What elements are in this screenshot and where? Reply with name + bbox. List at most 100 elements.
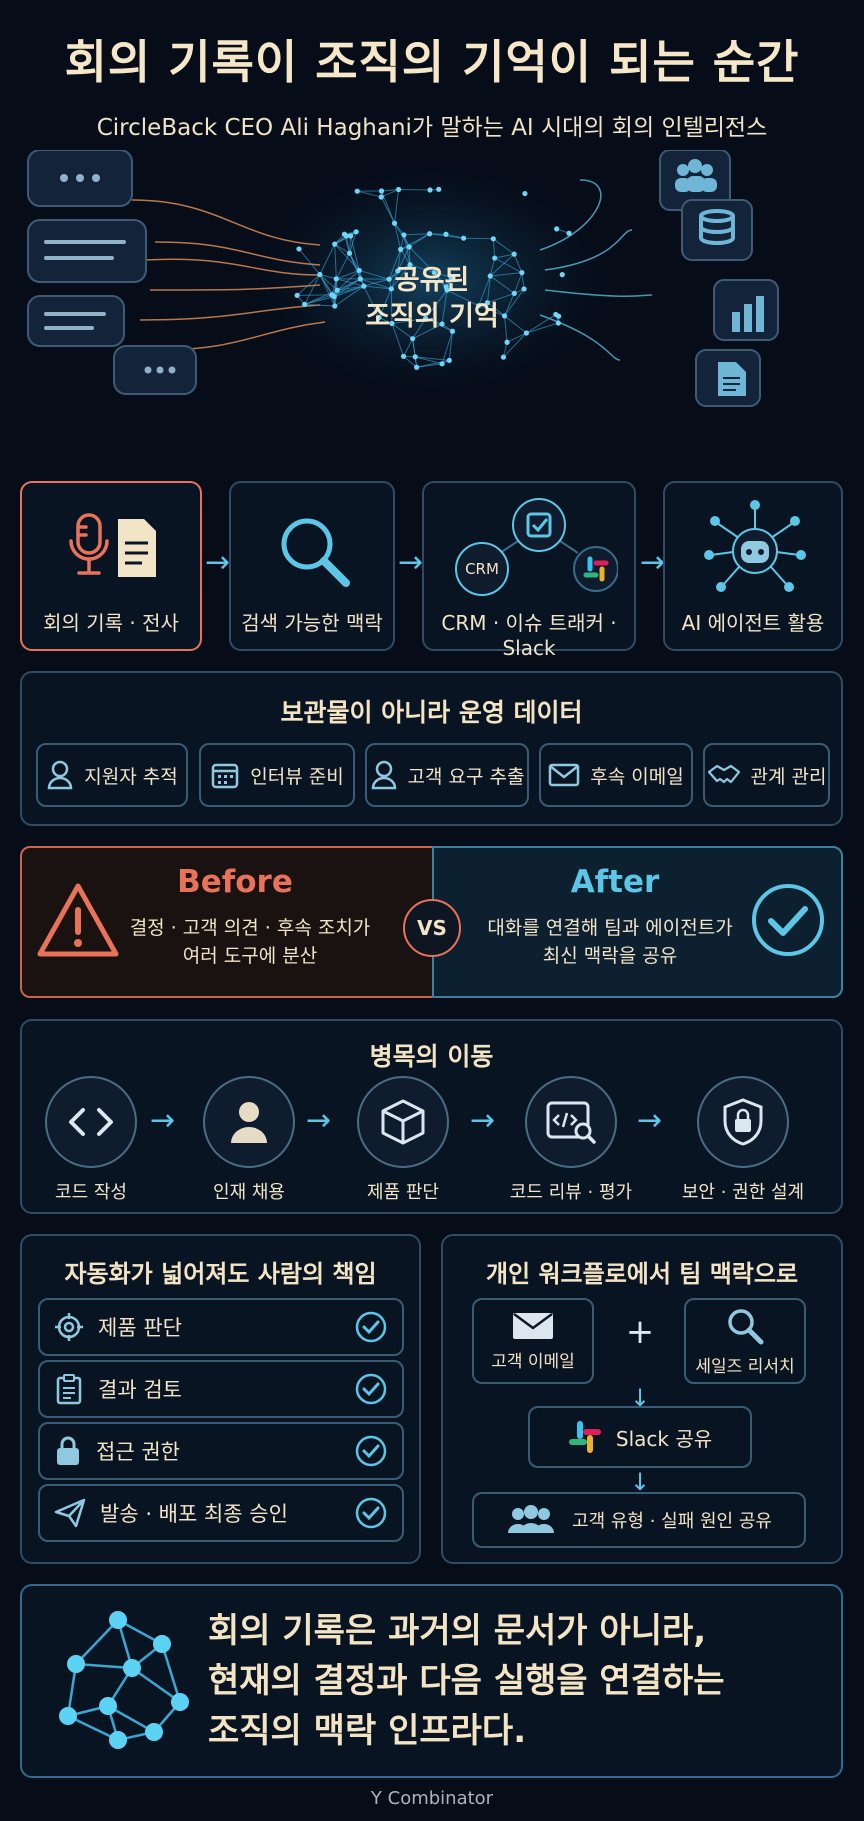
conclusion-line-2: 현재의 결정과 다음 실행을 연결하는 (208, 1661, 725, 1701)
workflow-email-box: 고객 이메일 (472, 1298, 594, 1384)
mail-icon (549, 763, 580, 787)
integration-icon (455, 498, 618, 596)
person-icon (231, 1102, 267, 1143)
flow-arrow: → (398, 545, 424, 580)
conclusion-line-1: 회의 기록은 과거의 문서가 아니라, (208, 1611, 707, 1651)
bottleneck-label: 제품 판단 (367, 1182, 439, 1203)
flow-step-record: 회의 기록 · 전사 (20, 481, 202, 651)
person-icon (48, 760, 73, 790)
responsibility-label: 발송 · 배포 최종 승인 (100, 1502, 288, 1526)
before-title: Before (177, 864, 293, 900)
flow-step-label: AI 에이전트 활용 (681, 611, 825, 635)
before-text: 결정 · 고객 의견 · 후속 조치가 여러 도구에 분산 (125, 914, 375, 970)
flow-arrow: → (640, 545, 666, 580)
conclusion-text: 회의 기록은 과거의 문서가 아니라, 현재의 결정과 다음 실행을 연결하는 … (208, 1606, 828, 1756)
responsibility-item: 제품 판단 (38, 1298, 404, 1356)
check-circle-icon (355, 1311, 387, 1343)
bottleneck-step-product (357, 1076, 449, 1168)
bottleneck-arrow: → (470, 1103, 496, 1138)
cube-icon (381, 1099, 425, 1145)
code-icon (69, 1108, 113, 1136)
workflow-research-label: 세일즈 리서치 (695, 1356, 795, 1377)
check-circle-icon (752, 884, 824, 956)
ops-item-label: 관계 관리 (750, 765, 827, 788)
target-icon (55, 1313, 83, 1341)
ops-item-label: 고객 요구 추출 (407, 765, 525, 788)
conclusion-line-3: 조직의 맥락 인프라다. (208, 1711, 527, 1751)
bottleneck-arrow: → (150, 1103, 176, 1138)
bottleneck-step-security (697, 1076, 789, 1168)
person-icon (371, 760, 396, 790)
search-icon (281, 518, 350, 587)
bottleneck-step-review (525, 1076, 617, 1168)
crm-badge-text: CRM (465, 560, 499, 578)
responsibility-item: 발송 · 배포 최종 승인 (38, 1484, 404, 1542)
flow-step-integrations: CRM CRM · 이슈 트래커 · Slack (422, 481, 636, 660)
bottleneck-arrow: → (637, 1103, 663, 1138)
hero-line-1: 공유된 (394, 265, 470, 296)
robot-network-icon (704, 500, 806, 592)
bottleneck-label: 보안 · 권한 설계 (681, 1182, 805, 1203)
responsibility-title: 자동화가 넓어져도 사람의 책임 (64, 1260, 377, 1288)
after-line-2: 최신 맥락을 공유 (542, 945, 678, 967)
flow-step-search: 검색 가능한 맥락 (229, 481, 395, 651)
bottleneck-label: 코드 리뷰 · 평가 (509, 1182, 633, 1203)
lock-icon (57, 1436, 79, 1465)
ops-item-customer-needs: 고객 요구 추출 (365, 743, 529, 807)
hero-line-2: 조직의 기억 (365, 301, 499, 332)
check-circle-icon (355, 1435, 387, 1467)
responsibility-item: 결과 검토 (38, 1360, 404, 1418)
hero-center-text: 공유된 조직의 기억 (332, 263, 532, 335)
ops-item-relationship: 관계 관리 (703, 743, 830, 807)
responsibility-label: 제품 판단 (98, 1316, 182, 1340)
flow-step-label: CRM · 이슈 트래커 · Slack (441, 611, 617, 660)
before-line-1: 결정 · 고객 의견 · 후속 조치가 (129, 917, 371, 939)
ops-title: 보관물이 아니라 운영 데이터 (280, 698, 583, 727)
ops-item-label: 인터뷰 준비 (250, 765, 344, 788)
workflow-slack-box: Slack 공유 (528, 1406, 752, 1468)
page-title: 회의 기록이 조직의 기억이 되는 순간 (64, 35, 800, 89)
responsibility-label: 결과 검토 (98, 1378, 182, 1402)
mail-icon (513, 1312, 553, 1339)
send-icon (54, 1498, 86, 1528)
ops-item-label: 지원자 추적 (84, 765, 178, 788)
workflow-plus: + (625, 1312, 655, 1352)
workflow-email-label: 고객 이메일 (491, 1351, 575, 1372)
clipboard-icon (56, 1374, 82, 1405)
flow-step-label: 회의 기록 · 전사 (43, 611, 179, 635)
responsibility-item: 접근 권한 (38, 1422, 404, 1480)
after-line-1: 대화를 연결해 팀과 에이전트가 (487, 917, 733, 939)
workflow-slack-label: Slack 공유 (615, 1426, 713, 1451)
search-icon (728, 1308, 764, 1344)
after-text: 대화를 연결해 팀과 에이전트가 최신 맥락을 공유 (470, 914, 750, 970)
handshake-icon (707, 764, 740, 784)
source-credit: Y Combinator (370, 1788, 494, 1809)
check-circle-icon (355, 1373, 387, 1405)
calendar-icon (212, 763, 239, 789)
warning-icon (37, 883, 119, 957)
workflow-team-box: 고객 유형 · 실패 원인 공유 (472, 1492, 806, 1548)
network-graph-icon (59, 1611, 189, 1749)
code-review-icon (546, 1101, 596, 1144)
responsibility-label: 접근 권한 (96, 1440, 180, 1464)
slack-icon (568, 1421, 601, 1453)
workflow-research-box: 세일즈 리서치 (684, 1298, 806, 1384)
bottleneck-step-code (45, 1076, 137, 1168)
bottleneck-title: 병목의 이동 (369, 1042, 494, 1071)
bottleneck-arrow: → (306, 1103, 332, 1138)
ops-item-label: 후속 이메일 (590, 765, 684, 788)
page-subtitle: CircleBack CEO Ali Haghani가 말하는 AI 시대의 회… (96, 115, 768, 141)
flow-step-agent: AI 에이전트 활용 (663, 481, 843, 651)
bottleneck-label: 인재 채용 (213, 1182, 285, 1203)
check-circle-icon (355, 1497, 387, 1529)
ops-item-followup-email: 후속 이메일 (539, 743, 693, 807)
before-line-2: 여러 도구에 분산 (182, 945, 318, 967)
flow-arrow: → (205, 545, 231, 580)
workflow-team-label: 고객 유형 · 실패 원인 공유 (572, 1511, 772, 1532)
bottleneck-step-hiring (203, 1076, 295, 1168)
after-title: After (570, 864, 660, 900)
microphone-document-icon (69, 513, 156, 577)
ops-item-candidate: 지원자 추적 (36, 743, 188, 807)
vs-badge: VS (403, 899, 461, 957)
workflow-title: 개인 워크플로에서 팀 맥락으로 (485, 1260, 799, 1288)
